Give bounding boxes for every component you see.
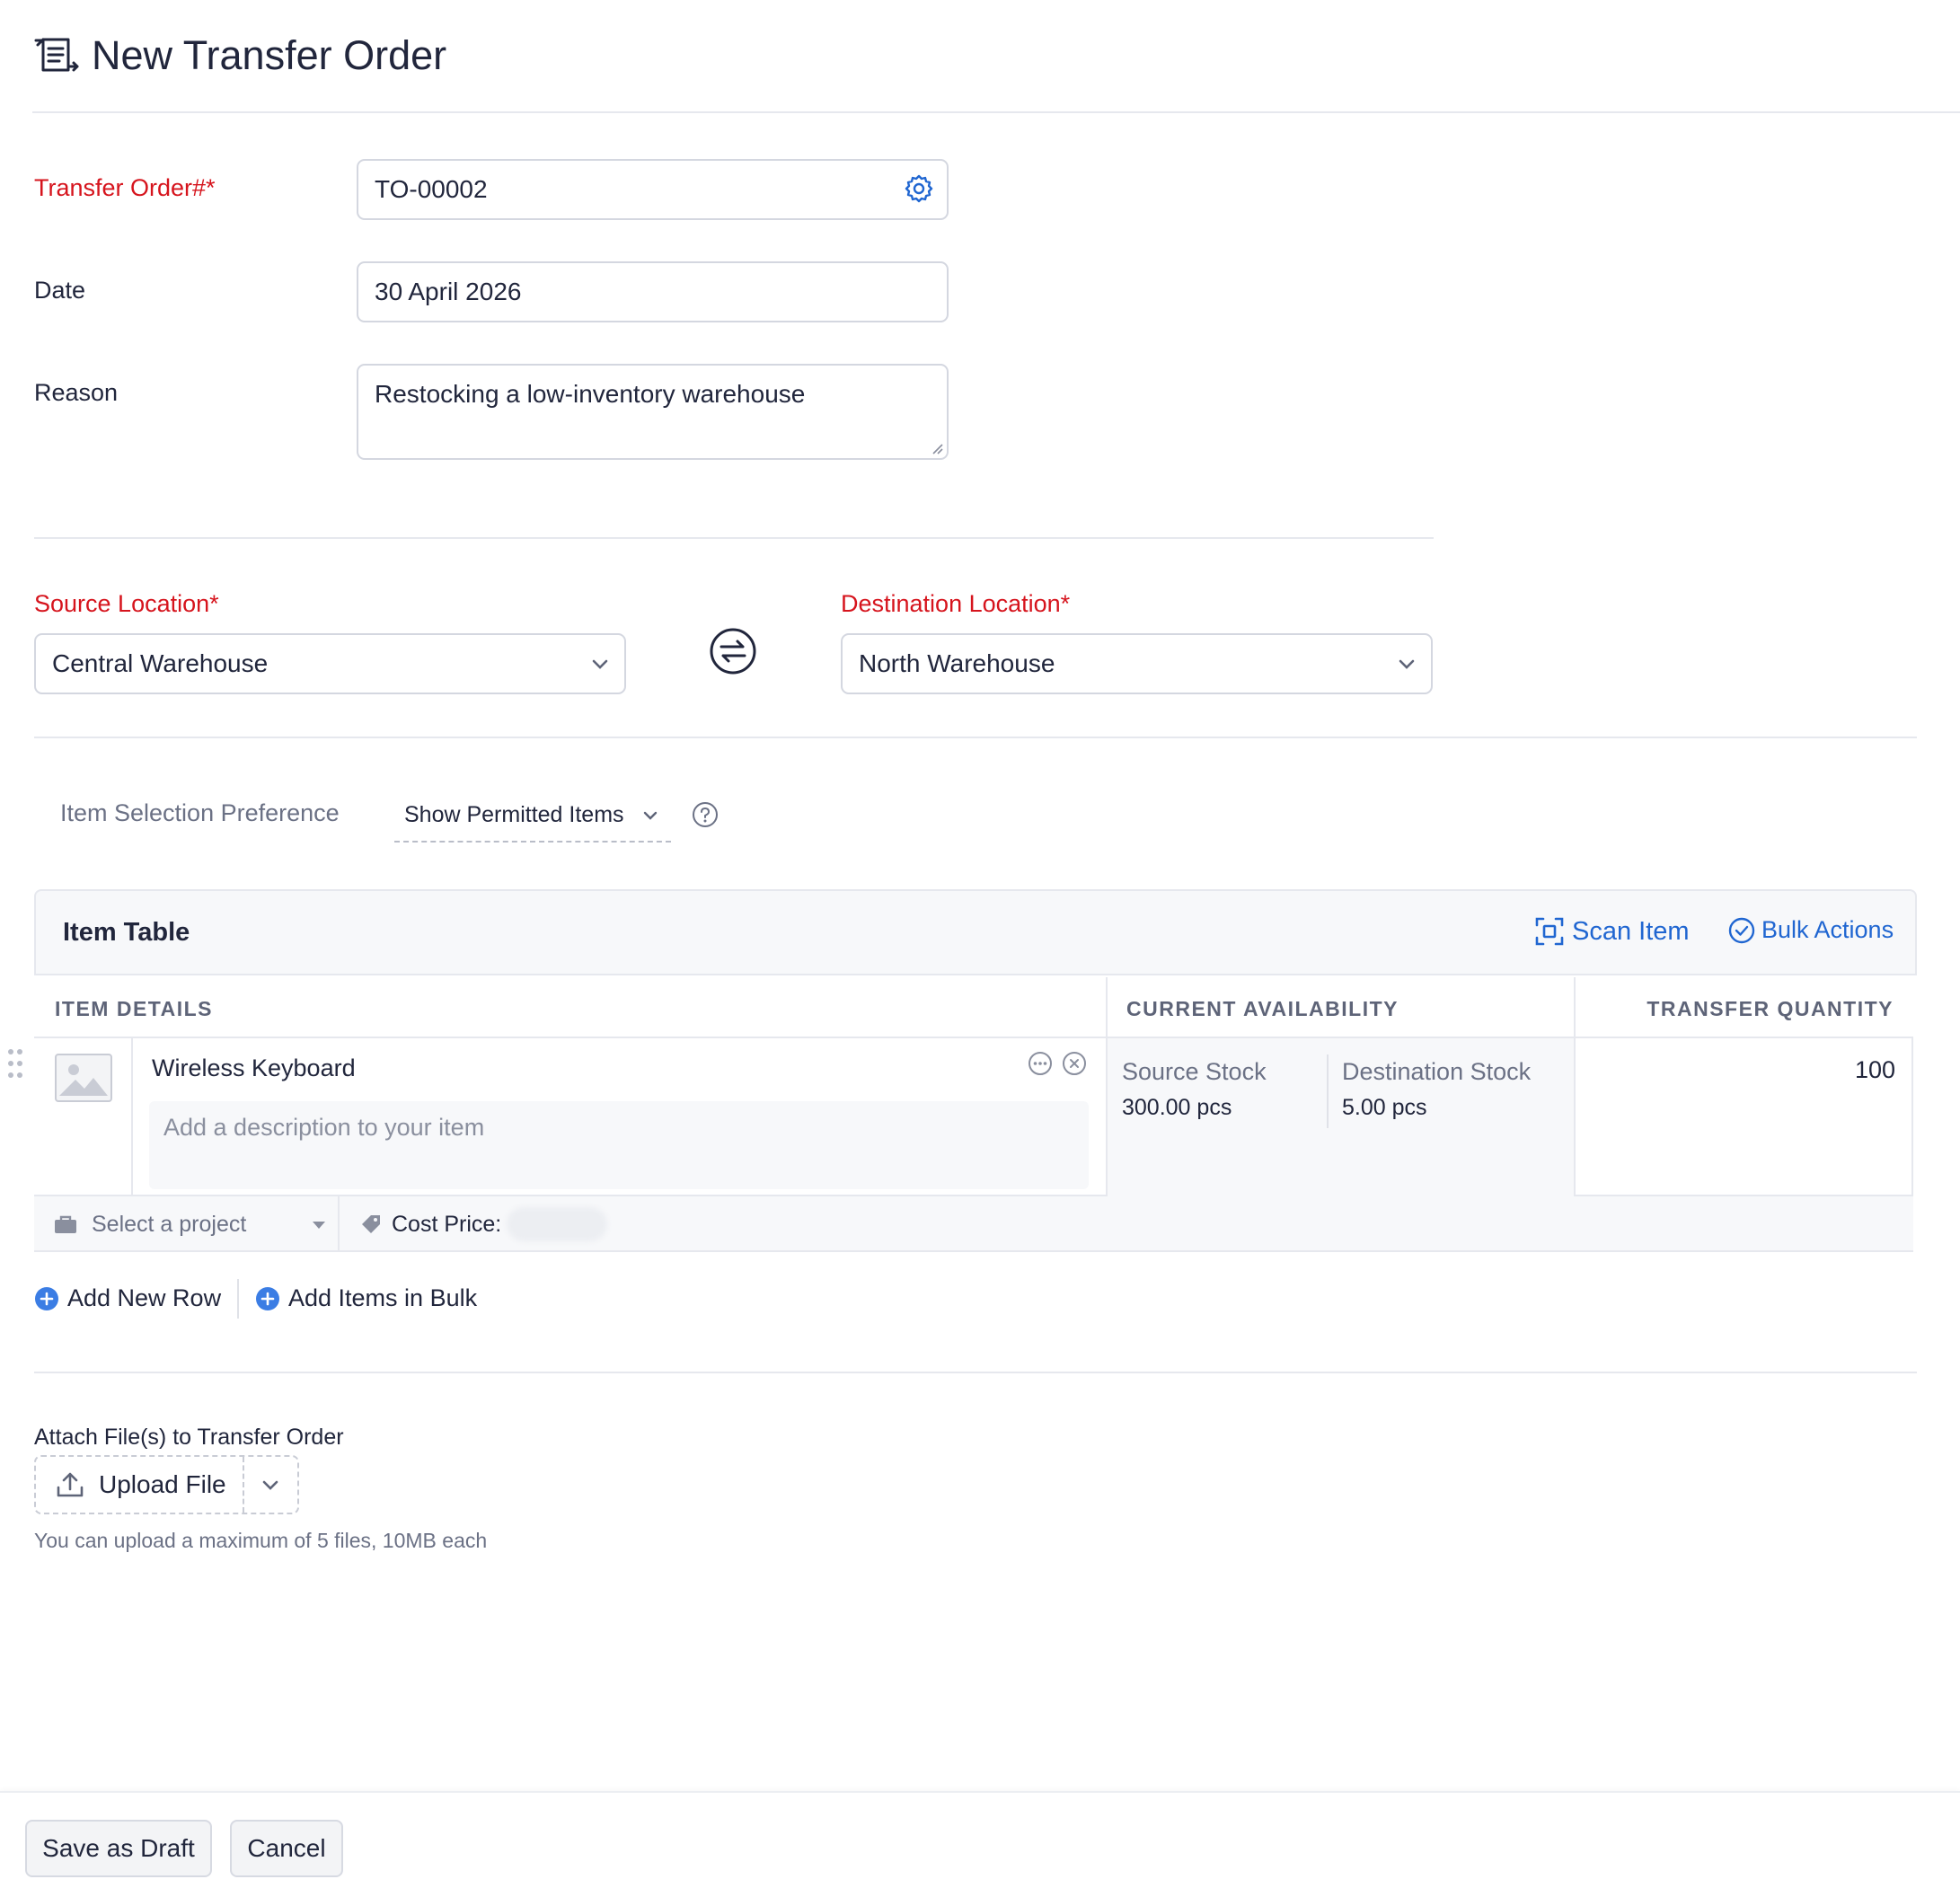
date-label: Date (34, 277, 86, 304)
destination-stock-value: 5.00 pcs (1342, 1095, 1427, 1120)
item-image-cell (34, 1038, 133, 1196)
destination-stock-label: Destination Stock (1342, 1058, 1532, 1085)
add-new-row-label: Add New Row (67, 1284, 222, 1311)
help-icon[interactable] (692, 801, 719, 828)
check-circle-icon (1728, 917, 1755, 943)
cancel-label: Cancel (247, 1834, 326, 1862)
upload-file-button[interactable]: Upload File (36, 1457, 243, 1513)
item-table-header: Item Table Scan Item Bulk Actions (34, 889, 1917, 975)
table-row: Wireless Keyboard Add a description to y… (34, 1038, 1913, 1196)
item-table-title: Item Table (63, 918, 190, 947)
source-stock-label: Source Stock (1122, 1058, 1267, 1085)
reason-value: Restocking a low-inventory warehouse (375, 380, 806, 408)
availability-divider (1327, 1054, 1329, 1128)
add-items-bulk-label: Add Items in Bulk (288, 1284, 478, 1311)
plus-circle-icon (256, 1286, 279, 1310)
column-divider (1106, 977, 1108, 1038)
attach-files-label: Attach File(s) to Transfer Order (34, 1425, 344, 1450)
item-name[interactable]: Wireless Keyboard (152, 1054, 356, 1082)
more-options-icon[interactable] (1028, 1051, 1053, 1076)
destination-location-label: Destination Location* (841, 590, 1071, 617)
scan-item-button[interactable]: Scan Item (1534, 916, 1690, 947)
source-location-label: Source Location* (34, 590, 219, 617)
page-header: New Transfer Order (32, 0, 1960, 113)
drag-handle-icon[interactable] (5, 1047, 25, 1080)
item-selection-preference-label: Item Selection Preference (60, 799, 340, 826)
chevron-down-icon (262, 1480, 278, 1490)
transfer-order-label: Transfer Order#* (34, 174, 216, 201)
action-divider (237, 1279, 239, 1319)
add-items-bulk-button[interactable]: Add Items in Bulk (255, 1284, 477, 1312)
column-item-details: ITEM DETAILS (55, 997, 214, 1020)
source-location-value: Central Warehouse (52, 649, 269, 677)
column-divider (1574, 977, 1576, 1038)
save-draft-button[interactable]: Save as Draft (25, 1820, 212, 1877)
bulk-actions-button[interactable]: Bulk Actions (1728, 916, 1894, 944)
upload-icon (57, 1472, 84, 1497)
source-location-select[interactable]: Central Warehouse (34, 633, 626, 694)
section-divider (34, 1372, 1917, 1373)
upload-file-label: Upload File (99, 1470, 226, 1498)
chevron-down-icon (592, 659, 608, 669)
image-placeholder-icon[interactable] (54, 1053, 113, 1103)
scan-icon (1535, 917, 1564, 946)
upload-file-control: Upload File (34, 1455, 299, 1514)
section-divider (34, 737, 1917, 738)
project-placeholder: Select a project (92, 1211, 247, 1237)
transfer-order-value: TO-00002 (375, 175, 488, 203)
tag-icon (362, 1215, 380, 1233)
destination-location-select[interactable]: North Warehouse (841, 633, 1433, 694)
reason-textarea[interactable]: Restocking a low-inventory warehouse (357, 364, 949, 460)
scan-item-label: Scan Item (1572, 916, 1690, 946)
availability-cell: Source Stock 300.00 pcs Destination Stoc… (1106, 1038, 1576, 1196)
item-selection-preference-dropdown[interactable]: Show Permitted Items (394, 789, 671, 843)
date-value: 30 April 2026 (375, 278, 522, 305)
source-stock-value: 300.00 pcs (1122, 1095, 1232, 1120)
swap-locations-icon[interactable] (709, 627, 757, 675)
remove-row-icon[interactable] (1062, 1051, 1087, 1076)
section-divider (34, 537, 1434, 539)
upload-options-dropdown[interactable] (244, 1457, 297, 1513)
column-current-availability: CURRENT AVAILABILITY (1126, 997, 1399, 1020)
resize-handle-icon[interactable] (929, 440, 943, 454)
cancel-button[interactable]: Cancel (230, 1820, 343, 1877)
page-title: New Transfer Order (92, 32, 447, 78)
bulk-actions-label: Bulk Actions (1761, 916, 1894, 943)
column-transfer-quantity: TRANSFER QUANTITY (1647, 997, 1894, 1020)
cost-price-field[interactable]: Cost Price: (359, 1196, 608, 1252)
transfer-quantity-value: 100 (1854, 1056, 1895, 1083)
item-row-footer: Select a project Cost Price: (34, 1196, 1913, 1252)
chevron-down-icon (1399, 659, 1415, 669)
project-select[interactable]: Select a project (34, 1196, 340, 1252)
destination-location-value: North Warehouse (859, 649, 1055, 677)
item-description-input[interactable]: Add a description to your item (149, 1101, 1089, 1189)
transfer-order-field[interactable]: TO-00002 (357, 159, 949, 220)
chevron-down-icon (643, 811, 658, 820)
date-field[interactable]: 30 April 2026 (357, 261, 949, 322)
save-draft-label: Save as Draft (42, 1834, 195, 1862)
plus-circle-icon (35, 1286, 58, 1310)
briefcase-icon (55, 1215, 76, 1233)
cost-price-label: Cost Price: (392, 1211, 502, 1237)
reason-label: Reason (34, 379, 119, 406)
add-new-row-button[interactable]: Add New Row (34, 1284, 221, 1312)
transfer-quantity-input[interactable]: 100 (1576, 1038, 1913, 1196)
gear-icon[interactable] (904, 173, 934, 204)
item-selection-preference-value: Show Permitted Items (404, 801, 624, 827)
upload-hint: You can upload a maximum of 5 files, 10M… (34, 1529, 488, 1552)
cost-price-value-redacted (507, 1207, 608, 1241)
caret-down-icon (313, 1222, 325, 1229)
item-description-placeholder: Add a description to your item (163, 1114, 485, 1141)
item-table-column-headers: ITEM DETAILS CURRENT AVAILABILITY TRANSF… (34, 977, 1913, 1038)
transfer-order-icon (34, 38, 79, 72)
